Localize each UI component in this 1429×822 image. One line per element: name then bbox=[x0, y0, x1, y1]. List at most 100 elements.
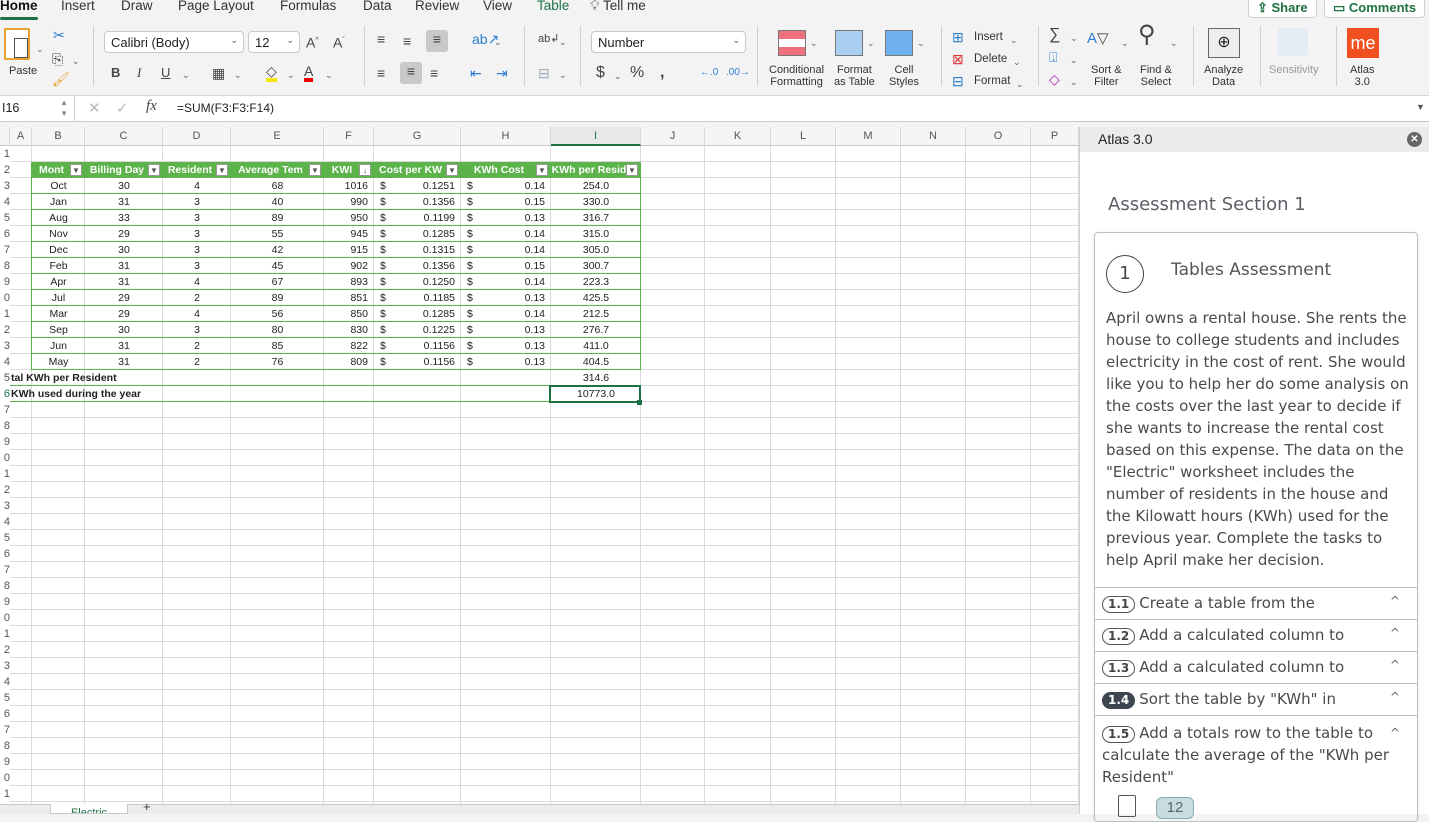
name-box-stepper-icon[interactable]: ▲ ▼ bbox=[60, 97, 68, 119]
row-header[interactable]: 7 bbox=[0, 402, 10, 418]
row-header[interactable]: 3 bbox=[0, 178, 10, 194]
row-header[interactable]: 5 bbox=[0, 370, 10, 386]
table-cell[interactable]: 830 bbox=[324, 322, 374, 338]
number-format-dropdown[interactable]: Number ⌄ bbox=[591, 31, 746, 53]
merge-center-icon[interactable]: ⊟ bbox=[538, 64, 550, 82]
table-cell[interactable]: 89 bbox=[231, 290, 324, 306]
table-cell[interactable]: Oct bbox=[32, 178, 85, 194]
cancel-icon[interactable]: ✕ bbox=[88, 99, 101, 117]
column-header-d[interactable]: D bbox=[163, 127, 231, 146]
expand-formula-bar-icon[interactable]: ▼ bbox=[1416, 102, 1425, 112]
fill-icon[interactable]: ⍗ bbox=[1049, 48, 1057, 66]
column-header-a[interactable]: A bbox=[10, 127, 32, 146]
table-cell[interactable]: Apr bbox=[32, 274, 85, 290]
tab-table[interactable]: Table bbox=[537, 0, 569, 13]
tab-page-layout[interactable]: Page Layout bbox=[178, 0, 254, 13]
row-header[interactable]: 6 bbox=[0, 386, 10, 402]
table-cell[interactable]: Sep bbox=[32, 322, 85, 338]
cut-icon[interactable]: ✂ bbox=[53, 26, 65, 44]
clear-icon[interactable]: ◇ bbox=[1049, 70, 1060, 88]
copy-dropdown-icon[interactable]: ⌄ bbox=[72, 52, 80, 70]
task-item-1-3[interactable]: 1.3 Add a calculated column to ^ bbox=[1094, 651, 1418, 683]
table-cell[interactable]: 300.7 bbox=[551, 258, 641, 274]
task-item-1-5[interactable]: 1.5 Add a totals row to the table to calc… bbox=[1094, 715, 1418, 810]
atlas-logo-icon[interactable]: me bbox=[1347, 28, 1379, 58]
table-cell[interactable]: 0.13 bbox=[461, 290, 551, 306]
table-cell[interactable]: 0.13 bbox=[461, 338, 551, 354]
table-cell[interactable]: 330.0 bbox=[551, 194, 641, 210]
table-cell[interactable]: 276.7 bbox=[551, 322, 641, 338]
percent-icon[interactable]: % bbox=[630, 64, 644, 82]
sensitivity-icon[interactable] bbox=[1278, 28, 1308, 56]
total-row-value[interactable]: 314.6 bbox=[551, 370, 641, 386]
table-cell[interactable]: 89 bbox=[231, 210, 324, 226]
paste-dropdown-icon[interactable]: ⌄ bbox=[36, 40, 44, 58]
table-cell[interactable]: 85 bbox=[231, 338, 324, 354]
row-header[interactable]: 0 bbox=[0, 450, 10, 466]
table-cell[interactable]: 0.13 bbox=[461, 322, 551, 338]
table-cell[interactable]: Dec bbox=[32, 242, 85, 258]
wrap-text-icon[interactable]: ab↲ bbox=[538, 30, 559, 48]
selected-cell[interactable] bbox=[549, 385, 641, 403]
task-item-1-2[interactable]: 1.2 Add a calculated column to ^ bbox=[1094, 619, 1418, 651]
fill-color-dropdown-icon[interactable]: ⌄ bbox=[287, 66, 295, 84]
row-header[interactable]: 7 bbox=[0, 562, 10, 578]
currency-dropdown-icon[interactable]: ⌄ bbox=[614, 67, 622, 85]
row-header[interactable]: 6 bbox=[0, 706, 10, 722]
wrap-text-dropdown-icon[interactable]: ⌄ bbox=[559, 33, 567, 51]
table-cell[interactable]: 0.14 bbox=[461, 242, 551, 258]
close-icon[interactable]: ✕ bbox=[1407, 132, 1422, 147]
row-header[interactable]: 4 bbox=[0, 194, 10, 210]
table-cell[interactable]: 3 bbox=[163, 194, 231, 210]
table-cell[interactable]: Jun bbox=[32, 338, 85, 354]
table-cell[interactable]: 902 bbox=[324, 258, 374, 274]
font-name-dropdown[interactable]: Calibri (Body) ⌄ bbox=[104, 31, 244, 53]
table-cell[interactable]: 0.1156 bbox=[374, 354, 461, 370]
table-cell[interactable]: 31 bbox=[85, 258, 163, 274]
task-item-1-1[interactable]: 1.1 Create a table from the ^ bbox=[1094, 587, 1418, 619]
tab-formulas[interactable]: Formulas bbox=[280, 0, 336, 13]
column-header-k[interactable]: K bbox=[705, 127, 771, 146]
table-cell[interactable]: 40 bbox=[231, 194, 324, 210]
filter-dropdown-icon[interactable]: ▼ bbox=[446, 164, 458, 176]
table-cell[interactable]: 0.14 bbox=[461, 226, 551, 242]
row-header[interactable]: 9 bbox=[0, 754, 10, 770]
table-cell[interactable]: 29 bbox=[85, 290, 163, 306]
table-cell[interactable]: 30 bbox=[85, 178, 163, 194]
row-header[interactable]: 3 bbox=[0, 658, 10, 674]
cell-styles-dropdown-icon[interactable]: ⌄ bbox=[917, 34, 925, 52]
insert-dropdown-icon[interactable]: ⌄ bbox=[1010, 31, 1018, 49]
insert-label[interactable]: Insert bbox=[974, 31, 1003, 43]
table-cell[interactable]: 0.14 bbox=[461, 274, 551, 290]
table-cell[interactable]: 42 bbox=[231, 242, 324, 258]
bold-icon[interactable]: B bbox=[111, 64, 120, 82]
table-cell[interactable]: 0.1285 bbox=[374, 306, 461, 322]
align-right-icon[interactable]: ≡ bbox=[430, 64, 438, 82]
row-header[interactable]: 9 bbox=[0, 434, 10, 450]
table-cell[interactable]: Jul bbox=[32, 290, 85, 306]
table-cell[interactable]: 3 bbox=[163, 322, 231, 338]
decrease-indent-icon[interactable]: ⇤ bbox=[470, 64, 482, 82]
row-header[interactable]: 7 bbox=[0, 242, 10, 258]
filter-dropdown-icon[interactable]: ▼ bbox=[626, 164, 638, 176]
table-cell[interactable]: 0.1315 bbox=[374, 242, 461, 258]
filter-dropdown-icon[interactable]: ▼ bbox=[536, 164, 548, 176]
chevron-up-icon[interactable]: ^ bbox=[1390, 626, 1400, 640]
format-as-table-icon[interactable] bbox=[835, 30, 863, 56]
autosum-icon[interactable]: ∑ bbox=[1049, 26, 1060, 44]
table-cell[interactable]: 0.1199 bbox=[374, 210, 461, 226]
tab-home[interactable]: Home bbox=[0, 0, 38, 20]
table-cell[interactable]: Aug bbox=[32, 210, 85, 226]
filter-dropdown-icon[interactable]: ▼ bbox=[216, 164, 228, 176]
borders-icon[interactable]: ▦ bbox=[212, 64, 225, 82]
sort-filter-dropdown-icon[interactable]: ⌄ bbox=[1121, 34, 1129, 52]
row-header[interactable]: 6 bbox=[0, 546, 10, 562]
table-cell[interactable]: 809 bbox=[324, 354, 374, 370]
increase-decimal-icon[interactable]: ←.0 bbox=[700, 64, 718, 82]
font-color-icon[interactable]: A bbox=[304, 62, 314, 82]
find-select-icon[interactable]: ⚲ bbox=[1138, 23, 1156, 47]
currency-icon[interactable]: $ bbox=[596, 64, 605, 82]
table-cell[interactable]: 404.5 bbox=[551, 354, 641, 370]
table-cell[interactable]: 223.3 bbox=[551, 274, 641, 290]
format-painter-icon[interactable]: 🖌︎ bbox=[52, 70, 70, 88]
